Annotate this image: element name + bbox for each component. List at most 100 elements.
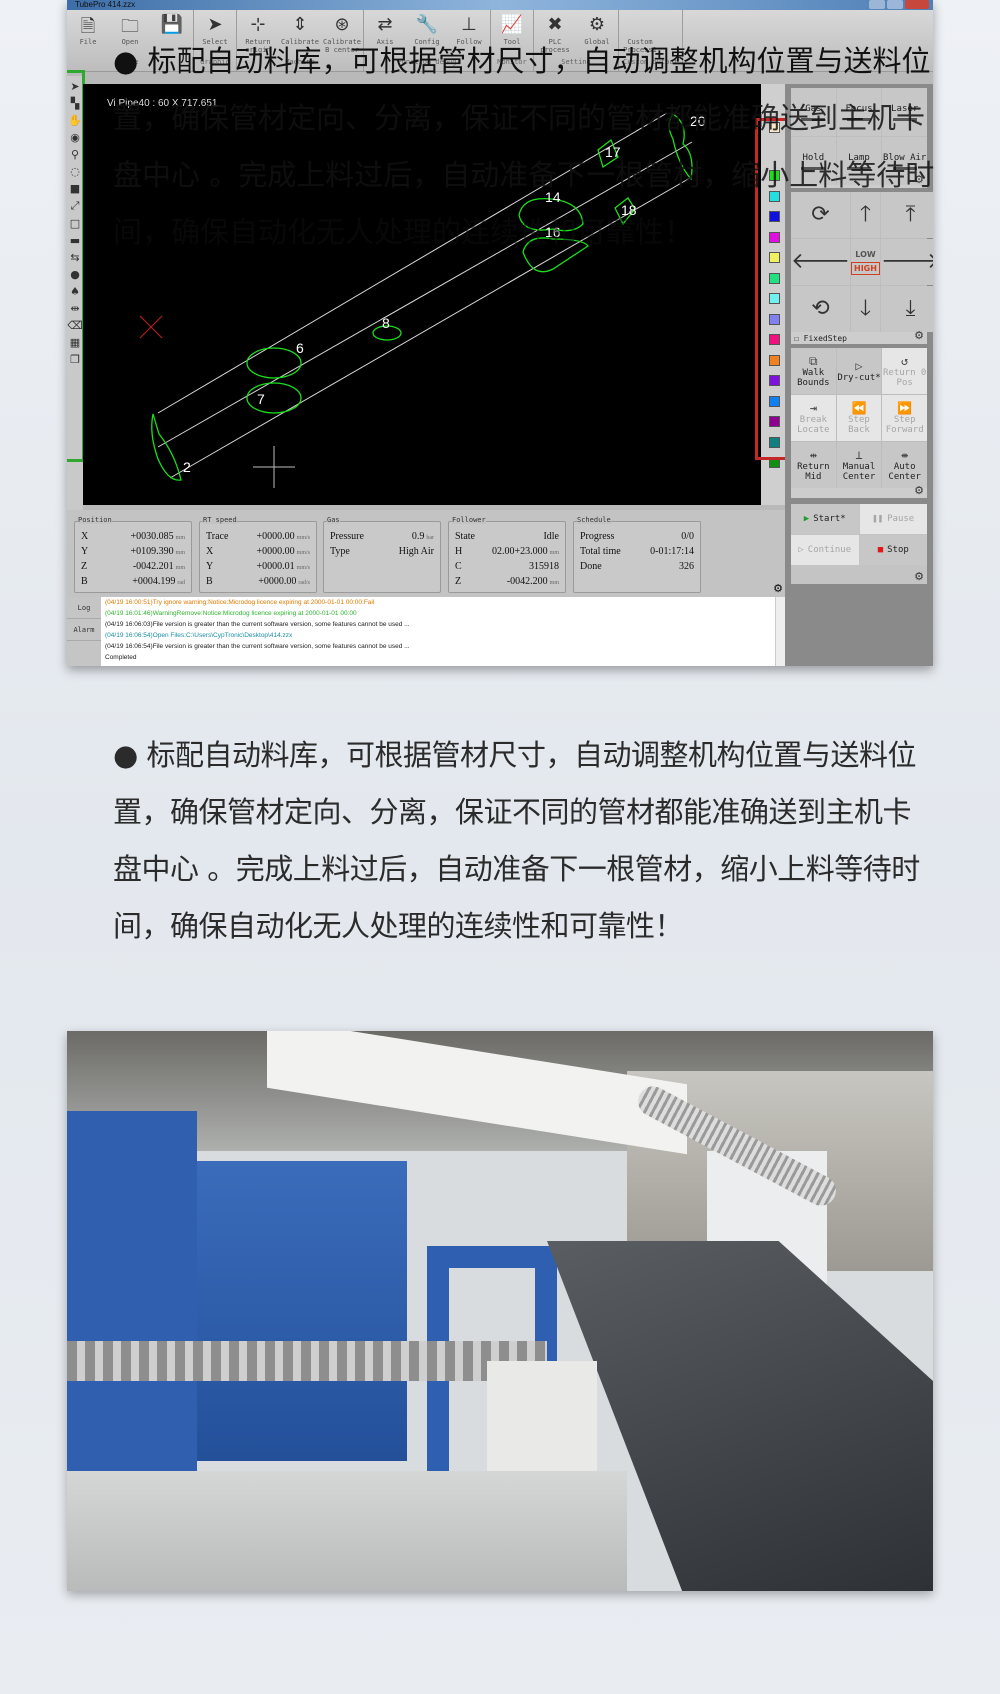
toolbar-button-label: Custom Process1 — [623, 38, 657, 54]
status-row: Y +0109.390 mm — [81, 544, 185, 559]
toolbar-button[interactable]: 📈 Tool — [495, 14, 529, 54]
gear-icon[interactable]: ⚙ — [914, 570, 924, 583]
action-step-back[interactable]: ⏪ Step Back — [836, 395, 882, 441]
cut-contour-2 — [151, 413, 182, 481]
action-icon: ↺ — [901, 354, 909, 368]
speed-toggle[interactable]: LOW HIGH — [851, 239, 880, 285]
part-label: 17 — [605, 144, 621, 160]
rotate-minus-button[interactable]: ⟲ — [791, 286, 850, 332]
action-step-forward[interactable]: ⏩ Step Forward — [882, 395, 927, 441]
log-scrollbar[interactable] — [775, 597, 785, 666]
run-block: ▶ Start* ❚❚ Pause ▷ Continue ■ Stop ⚙ — [791, 504, 927, 584]
status-unit: rad/s — [298, 580, 310, 586]
action-label: Auto Center — [888, 462, 921, 482]
toolbar-button[interactable]: 🗀 Open — [113, 14, 147, 54]
status-row: Total time 0-01:17:14 — [580, 544, 694, 559]
follower-icon: ⊥ — [461, 14, 477, 35]
toolbar-button[interactable]: ⇄ Axis — [368, 14, 402, 54]
status-value: +0000.00 — [256, 546, 295, 557]
io-button[interactable]: Lamp — [836, 137, 882, 185]
toolbar-group-buttons: ✖ PLC process ⚙ Global — [538, 14, 614, 54]
photo-blue-frame-left — [67, 1111, 197, 1471]
pipe-drawing: Vi Pipe40 : 60 X 717.651 2 6 7 8 14 16 17 18 20 — [107, 98, 706, 488]
toolbar-button[interactable]: ⊥ Follow — [452, 14, 486, 54]
gear-icon[interactable]: ⚙ — [773, 582, 783, 595]
photo-floor — [67, 1471, 627, 1591]
jog-left-button[interactable]: 🡐 — [791, 239, 850, 285]
head-down-button[interactable]: ⤓ — [880, 286, 933, 332]
start-label: Start* — [813, 514, 846, 524]
description-line: 置，确保管材定向、分离，保证不同的管材都能准确送到主机卡 — [113, 795, 912, 829]
status-value: Idle — [543, 531, 559, 542]
folder-icon: 🗀 — [121, 16, 139, 37]
rotate-plus-button[interactable]: ⟳ — [791, 192, 850, 238]
toolbar-button[interactable]: ⇕ Calibrate — [281, 14, 319, 54]
gear-icon[interactable]: ⚙ — [914, 173, 924, 186]
status-value-wrap: 315918 — [529, 561, 559, 572]
highlight-frame-red — [755, 118, 787, 460]
toolbar-button-label: Return origin — [245, 38, 271, 54]
jog-down-button[interactable]: 🡓 — [851, 286, 880, 332]
toolbar-button[interactable]: ➤ Select — [198, 14, 232, 54]
action-walk-bounds[interactable]: ⧉ Walk Bounds — [791, 348, 836, 394]
toolbar-button[interactable]: 🔧 Config — [410, 14, 444, 54]
jog-up-button[interactable]: 🡑 — [851, 192, 880, 238]
log-line: Completed — [105, 654, 137, 661]
action-icon: ⇹ — [809, 448, 817, 462]
continue-button[interactable]: ▷ Continue — [791, 535, 859, 565]
log-tab[interactable]: Log — [67, 597, 101, 619]
toolbar-group-buttons: Custom Process1 — [623, 14, 678, 54]
io-button[interactable]: Laser — [882, 88, 927, 136]
gear-icon[interactable]: ⚙ — [914, 329, 924, 342]
arrow-down-icon: 🡓 — [859, 296, 872, 321]
toolbar-button[interactable]: Custom Process1 — [623, 14, 657, 54]
jog-right-button[interactable]: 🡒 — [880, 239, 933, 285]
alarm-tab[interactable]: Alarm — [67, 619, 101, 641]
minimize-button[interactable] — [869, 0, 885, 9]
status-row: Done 326 — [580, 559, 694, 574]
status-unit: mm — [175, 550, 185, 556]
toolbar-group-name: Function debug — [397, 58, 457, 66]
status-speed: RT speed Trace +0000.00 mm/s X +0000.00 mm/s Y +… — [199, 516, 317, 593]
toolbar-button[interactable]: ⊹ Return origin — [241, 14, 275, 54]
toolbar-button-label: PLC process — [540, 38, 570, 54]
toolbar-button[interactable]: 🗎 File — [71, 14, 105, 54]
head-up-button[interactable]: ⤒ — [880, 192, 933, 238]
description-line: ● 标配自动料库，可根据管材尺寸，自动调整机构位置与送料位 — [113, 738, 917, 772]
io-button[interactable]: Focus — [836, 88, 882, 136]
action-return-mid[interactable]: ⇹ Return Mid — [791, 442, 836, 488]
toolbar-button-label: File — [79, 38, 97, 46]
part-label: 7 — [257, 391, 265, 407]
action-icon: ⧉ — [809, 354, 818, 368]
status-key: Z — [81, 561, 88, 572]
gear-icon[interactable]: ⚙ — [914, 484, 924, 497]
toolbar-group-buttons: ⇄ Axis 🔧 Config ⊥ Follow — [368, 14, 486, 54]
toolbar-button[interactable]: 💾 — [155, 14, 189, 54]
action-return-0-pos[interactable]: ↺ Return 0 Pos — [882, 348, 927, 394]
toolbar-button[interactable]: ⚙ Global — [580, 14, 614, 54]
stop-button[interactable]: ■ Stop — [859, 535, 927, 565]
fixed-step-checkbox[interactable]: ☐ FixedStep — [791, 332, 927, 345]
action-label: Step Back — [848, 415, 870, 435]
toolbar-button[interactable]: ⊛ Calibrate B center — [323, 14, 361, 54]
status-value-wrap: 0/0 — [681, 531, 694, 542]
io-button[interactable]: Gas — [791, 88, 836, 136]
plc-icon: ✖ — [547, 14, 563, 35]
status-value-wrap: +0000.01 mm/s — [257, 561, 310, 572]
status-unit: mm/s — [296, 535, 310, 541]
action-auto-center[interactable]: ⇼ Auto Center — [882, 442, 927, 488]
action-break-locate[interactable]: ⇥ Break Locate — [791, 395, 836, 441]
close-button[interactable] — [905, 0, 929, 9]
io-button[interactable]: Hold — [791, 137, 836, 185]
pause-button[interactable]: ❚❚ Pause — [859, 504, 927, 534]
action-icon: ⏩ — [897, 401, 913, 415]
toolbar-button[interactable]: ✖ PLC process — [538, 14, 572, 54]
status-unit: mm — [549, 580, 559, 586]
status-rows: Pressure 0.9 bar Type High Air — [330, 529, 434, 559]
drawing-canvas[interactable]: Vi Pipe40 : 60 X 717.651 2 6 7 8 14 16 17 18 20 — [83, 84, 761, 505]
maximize-button[interactable] — [887, 0, 903, 9]
action-manual-center[interactable]: ⊥ Manual Center — [836, 442, 882, 488]
start-button[interactable]: ▶ Start* — [791, 504, 859, 534]
stop-icon: ■ — [877, 545, 884, 555]
action-dry-cut[interactable]: ▷ Dry-cut* — [836, 348, 882, 394]
